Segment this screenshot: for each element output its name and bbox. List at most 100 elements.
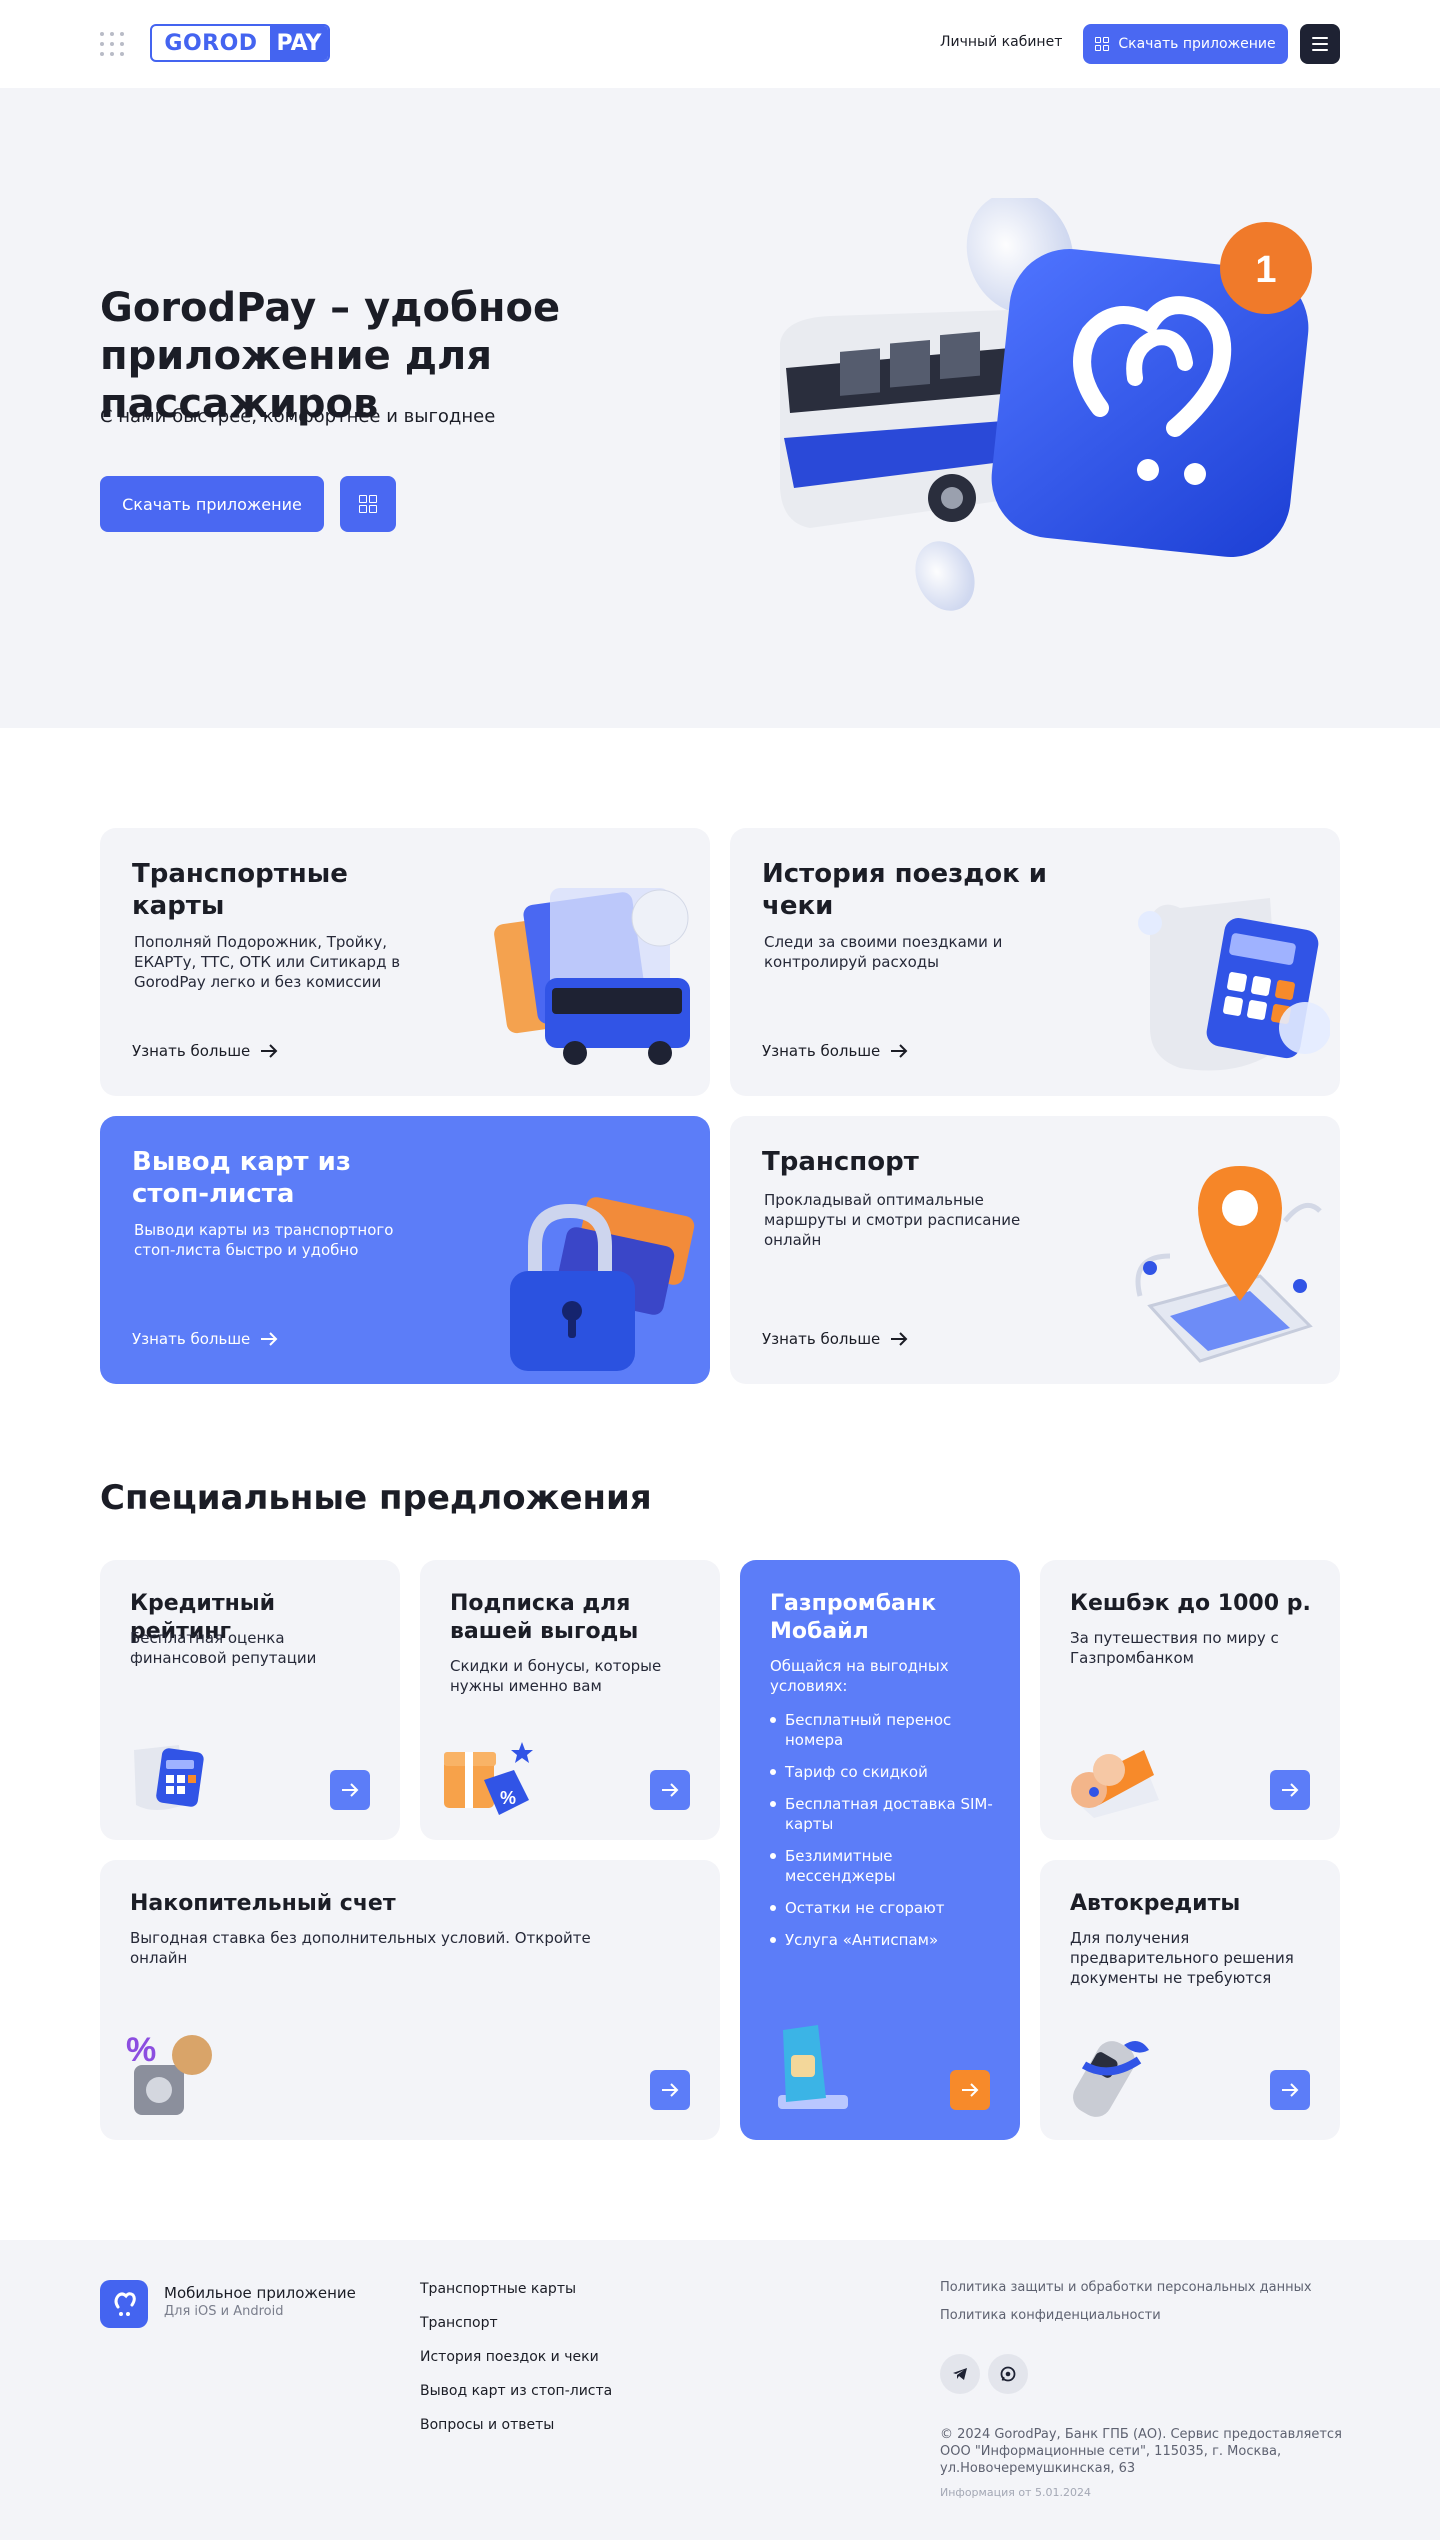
footer-link-data-policy[interactable]: Политика защиты и обработки персональных… — [940, 2280, 1312, 2308]
feature-title: Транспортные карты — [132, 859, 348, 921]
list-item: Услуга «Антиспам» — [770, 1930, 1000, 1950]
arrow-right-icon — [891, 1044, 908, 1058]
offer-arrow-button[interactable] — [1270, 1770, 1310, 1810]
footer-link-privacy-policy[interactable]: Политика конфиденциальности — [940, 2308, 1312, 2336]
hero-section: GorodPay – удобное приложение для пассаж… — [0, 88, 1440, 728]
hero-subtitle: С нами быстрее, комфортнее и выгоднее — [100, 406, 496, 427]
svg-text:%: % — [500, 1788, 516, 1808]
feature-more-label: Узнать больше — [132, 1330, 251, 1348]
feature-card-trip-history[interactable]: История поездок и чеки Следи за своими п… — [730, 828, 1340, 1096]
page: GOROD PAY Личный кабинет Скачать приложе… — [0, 0, 1440, 2540]
calculator-icon — [134, 1745, 204, 1810]
feature-more-link[interactable]: Узнать больше — [762, 1042, 908, 1060]
arrow-right-icon — [662, 1783, 679, 1797]
arrow-right-icon — [261, 1044, 278, 1058]
offer-title: Накопительный счет — [130, 1891, 396, 1916]
footer-link-trip-history[interactable]: История поездок и чеки — [420, 2348, 612, 2382]
footer-link-faq[interactable]: Вопросы и ответы — [420, 2416, 612, 2450]
qr-code-icon — [1095, 37, 1110, 51]
offer-card-subscription[interactable]: Подписка для вашей выгоды Скидки и бонус… — [420, 1560, 720, 1840]
apps-grid-icon[interactable] — [100, 32, 124, 56]
offer-text: Для получения предварительного решения д… — [1070, 1929, 1294, 1987]
arrow-right-icon — [891, 1332, 908, 1346]
hero-qr-button[interactable] — [340, 476, 396, 532]
footer-app-title: Мобильное приложение — [164, 2284, 356, 2302]
feature-more-label: Узнать больше — [132, 1042, 251, 1060]
feature-card-transport-cards[interactable]: Транспортные карты Пополняй Подорожник, … — [100, 828, 710, 1096]
personal-account-link[interactable]: Личный кабинет — [940, 34, 1062, 50]
arrow-right-icon — [1282, 1783, 1299, 1797]
feature-text: Следи за своими поездками и контролируй … — [764, 933, 1003, 971]
offer-arrow-button[interactable] — [330, 1770, 370, 1810]
footer-link-stop-list[interactable]: Вывод карт из стоп-листа — [420, 2382, 612, 2416]
gorodpay-mark-icon — [114, 2292, 136, 2316]
footer-legal-links: Политика защиты и обработки персональных… — [940, 2280, 1312, 2336]
list-item: Бесплатный перенос номера — [770, 1710, 1000, 1750]
padlock-cards-illustration — [510, 1197, 695, 1371]
footer-app-subtitle: Для iOS и Android — [164, 2304, 284, 2319]
offer-arrow-button[interactable] — [650, 2070, 690, 2110]
offer-card-auto-loans[interactable]: Автокредиты Для получения предварительно… — [1040, 1860, 1340, 2140]
offer-text: Общайся на выгодных условиях: — [770, 1657, 949, 1695]
car-gift-icon — [1073, 2041, 1149, 2117]
receipt-calculator-illustration — [1138, 898, 1330, 1071]
offer-card-gazprombank-mobile[interactable]: Газпромбанк Мобайл Общайся на выгодных у… — [740, 1560, 1020, 2140]
offer-arrow-button[interactable] — [950, 2070, 990, 2110]
gorodpay-logo[interactable]: GOROD PAY — [150, 24, 330, 62]
transport-card-bus-illustration — [494, 888, 690, 1065]
svg-text:1: 1 — [1255, 249, 1276, 291]
feature-card-stop-list[interactable]: Вывод карт из стоп-листа Выводи карты из… — [100, 1116, 710, 1384]
arrow-right-icon — [962, 2083, 979, 2097]
offer-text: Скидки и бонусы, которые нужны именно ва… — [450, 1657, 662, 1695]
menu-icon-line — [1312, 49, 1328, 51]
qr-code-icon — [359, 495, 377, 513]
header-download-label: Скачать приложение — [1118, 36, 1276, 52]
safe-percent-icon: % — [126, 2031, 212, 2115]
arrow-right-icon — [261, 1332, 278, 1346]
telegram-button[interactable] — [940, 2354, 980, 2394]
svg-text:%: % — [126, 2031, 156, 2069]
menu-icon-line — [1312, 43, 1328, 45]
hamburger-menu-button[interactable] — [1300, 24, 1340, 64]
list-item: Бесплатная доставка SIM-карты — [770, 1794, 1000, 1834]
footer-link-transport[interactable]: Транспорт — [420, 2314, 612, 2348]
offers-section-title: Специальные предложения — [100, 1478, 652, 1518]
feature-more-link[interactable]: Узнать больше — [132, 1330, 278, 1348]
offer-card-cashback[interactable]: Кешбэк до 1000 р. За путешествия по миру… — [1040, 1560, 1340, 1840]
feature-title: Вывод карт из стоп-листа — [132, 1147, 351, 1209]
footer-copyright: © 2024 GorodPay, Банк ГПБ (АО). Сервис п… — [940, 2427, 1342, 2476]
feature-card-transport[interactable]: Транспорт Прокладывай оптимальные маршру… — [730, 1116, 1340, 1384]
feature-more-label: Узнать больше — [762, 1330, 881, 1348]
gift-discount-icon: % — [444, 1742, 533, 1815]
offer-text: Бесплатная оценка финансовой репутации — [130, 1629, 317, 1667]
offer-arrow-button[interactable] — [1270, 2070, 1310, 2110]
offer-arrow-button[interactable] — [650, 1770, 690, 1810]
feature-more-link[interactable]: Узнать больше — [762, 1330, 908, 1348]
offer-card-savings-account[interactable]: Накопительный счет Выгодная ставка без д… — [100, 1860, 720, 2140]
header-download-button[interactable]: Скачать приложение — [1083, 24, 1288, 64]
offer-card-credit-rating[interactable]: Кредитный рейтинг Бесплатная оценка фина… — [100, 1560, 400, 1840]
coins-cashback-icon — [1071, 1750, 1159, 1818]
logo-text-gorod: GOROD — [164, 30, 258, 56]
offer-benefits-list: Бесплатный перенос номера Тариф со скидк… — [770, 1710, 1000, 1962]
feature-more-label: Узнать больше — [762, 1042, 881, 1060]
offer-title: Подписка для вашей выгоды — [450, 1591, 639, 1644]
hero-download-button[interactable]: Скачать приложение — [100, 476, 324, 532]
list-item: Безлимитные мессенджеры — [770, 1846, 1000, 1886]
whatsapp-button[interactable] — [988, 2354, 1028, 2394]
footer-link-transport-cards[interactable]: Транспортные карты — [420, 2280, 612, 2314]
menu-icon-line — [1312, 37, 1328, 39]
feature-text: Прокладывай оптимальные маршруты и смотр… — [764, 1191, 1021, 1249]
map-pin-illustration — [1135, 1166, 1322, 1363]
offer-title: Автокредиты — [1070, 1891, 1241, 1916]
feature-more-link[interactable]: Узнать больше — [132, 1042, 278, 1060]
offer-text: За путешествия по миру с Газпромбанком — [1070, 1629, 1279, 1667]
app-logo-icon[interactable] — [100, 2280, 148, 2328]
telegram-icon — [953, 2368, 967, 2380]
arrow-right-icon — [662, 2083, 679, 2097]
offer-title: Газпромбанк Мобайл — [770, 1591, 937, 1644]
feature-text: Выводи карты из транспортного стоп-листа… — [134, 1221, 394, 1259]
logo-text-pay: PAY — [270, 26, 328, 60]
bus-and-app-illustration: 1 — [780, 198, 1312, 611]
feature-title: История поездок и чеки — [762, 859, 1048, 921]
